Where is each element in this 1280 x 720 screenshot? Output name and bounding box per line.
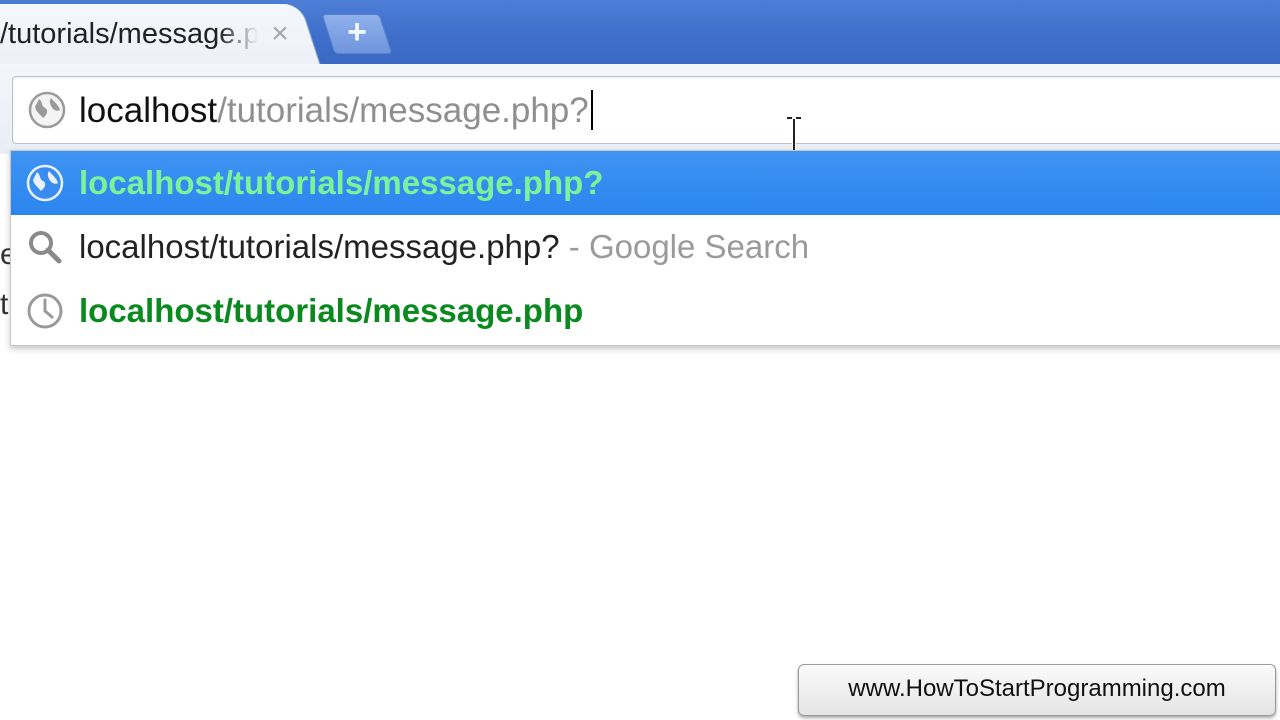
address-text[interactable]: localhost/tutorials/message.php? bbox=[79, 89, 593, 133]
tab-close-icon[interactable]: × bbox=[266, 18, 294, 50]
watermark-badge: www.HowToStartProgramming.com bbox=[798, 664, 1276, 716]
suggestion-search[interactable]: localhost/tutorials/message.php? - Googl… bbox=[11, 215, 1280, 279]
address-bar[interactable]: localhost/tutorials/message.php? bbox=[12, 76, 1280, 144]
suggestion-url: localhost/tutorials/message.php bbox=[79, 292, 584, 329]
text-caret bbox=[590, 89, 593, 130]
globe-icon bbox=[28, 91, 66, 129]
tab-strip: /tutorials/message.php? × + bbox=[0, 0, 1280, 64]
history-clock-icon bbox=[27, 293, 63, 329]
globe-icon bbox=[26, 164, 64, 202]
plus-icon: + bbox=[347, 13, 367, 51]
browser-window: /tutorials/message.php? × + localhost/tu… bbox=[0, 0, 1280, 720]
suggestion-history[interactable]: localhost/tutorials/message.php bbox=[11, 279, 1280, 343]
suggestion-url-selected[interactable]: localhost/tutorials/message.php? bbox=[11, 151, 1280, 215]
omnibox-suggestions: localhost/tutorials/message.php? localho… bbox=[10, 150, 1280, 346]
suggestion-url: localhost/tutorials/message.php? bbox=[79, 164, 604, 201]
watermark-text: www.HowToStartProgramming.com bbox=[848, 675, 1226, 702]
search-icon bbox=[29, 231, 62, 264]
address-path: /tutorials/message.php? bbox=[217, 91, 589, 130]
suggestion-query: localhost/tutorials/message.php? bbox=[79, 228, 560, 265]
tab-title: /tutorials/message.php? bbox=[0, 18, 258, 50]
address-host: localhost bbox=[79, 91, 218, 130]
suggestion-search-text: localhost/tutorials/message.php? - Googl… bbox=[79, 225, 809, 269]
toolbar: localhost/tutorials/message.php? bbox=[0, 64, 1280, 154]
suggestion-description: - Google Search bbox=[559, 228, 810, 265]
